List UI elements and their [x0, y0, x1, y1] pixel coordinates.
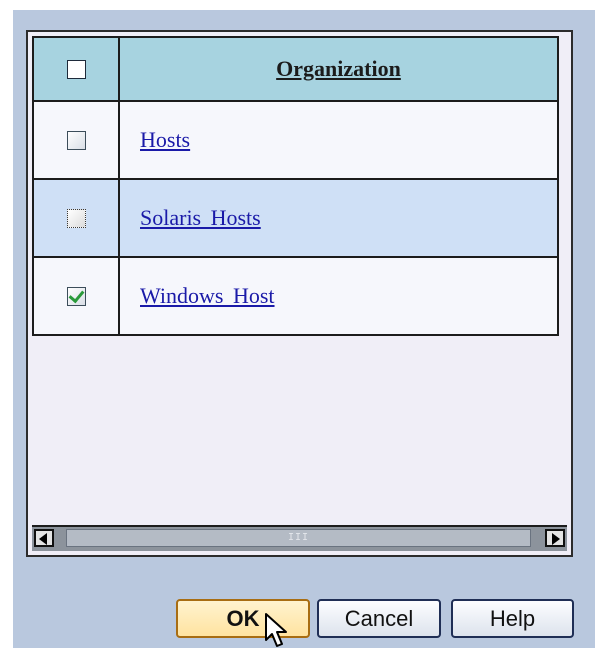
table-row: Solaris Hosts [32, 178, 559, 258]
column-header-label[interactable]: Organization [120, 56, 557, 82]
horizontal-scrollbar[interactable]: III [32, 525, 567, 551]
row-checkbox[interactable] [66, 130, 86, 150]
help-button[interactable]: Help [451, 599, 574, 638]
table-header-row: Organization [32, 36, 559, 102]
scrollbar-thumb[interactable]: III [66, 529, 531, 547]
scroll-left-button[interactable] [34, 529, 54, 547]
scroll-right-button[interactable] [545, 529, 565, 547]
mouse-pointer-icon [265, 613, 287, 647]
organization-table-panel: Organization Hosts Solaris Hosts Windows… [26, 30, 573, 557]
arrow-right-icon [552, 533, 560, 545]
table-row: Windows Host [32, 256, 559, 336]
organization-column-header[interactable]: Organization [118, 36, 559, 102]
arrow-left-icon [39, 533, 47, 545]
row-checkbox[interactable] [66, 286, 86, 306]
checkmark-icon [68, 286, 84, 303]
organization-link[interactable]: Windows Host [140, 283, 275, 308]
organization-table: Organization Hosts Solaris Hosts Windows… [32, 36, 559, 336]
organization-link[interactable]: Hosts [140, 127, 190, 152]
cancel-button[interactable]: Cancel [317, 599, 441, 638]
select-all-checkbox[interactable] [66, 59, 86, 79]
select-all-cell [32, 36, 120, 102]
table-row: Hosts [32, 100, 559, 180]
row-checkbox[interactable] [66, 208, 86, 228]
organization-link[interactable]: Solaris Hosts [140, 205, 261, 230]
